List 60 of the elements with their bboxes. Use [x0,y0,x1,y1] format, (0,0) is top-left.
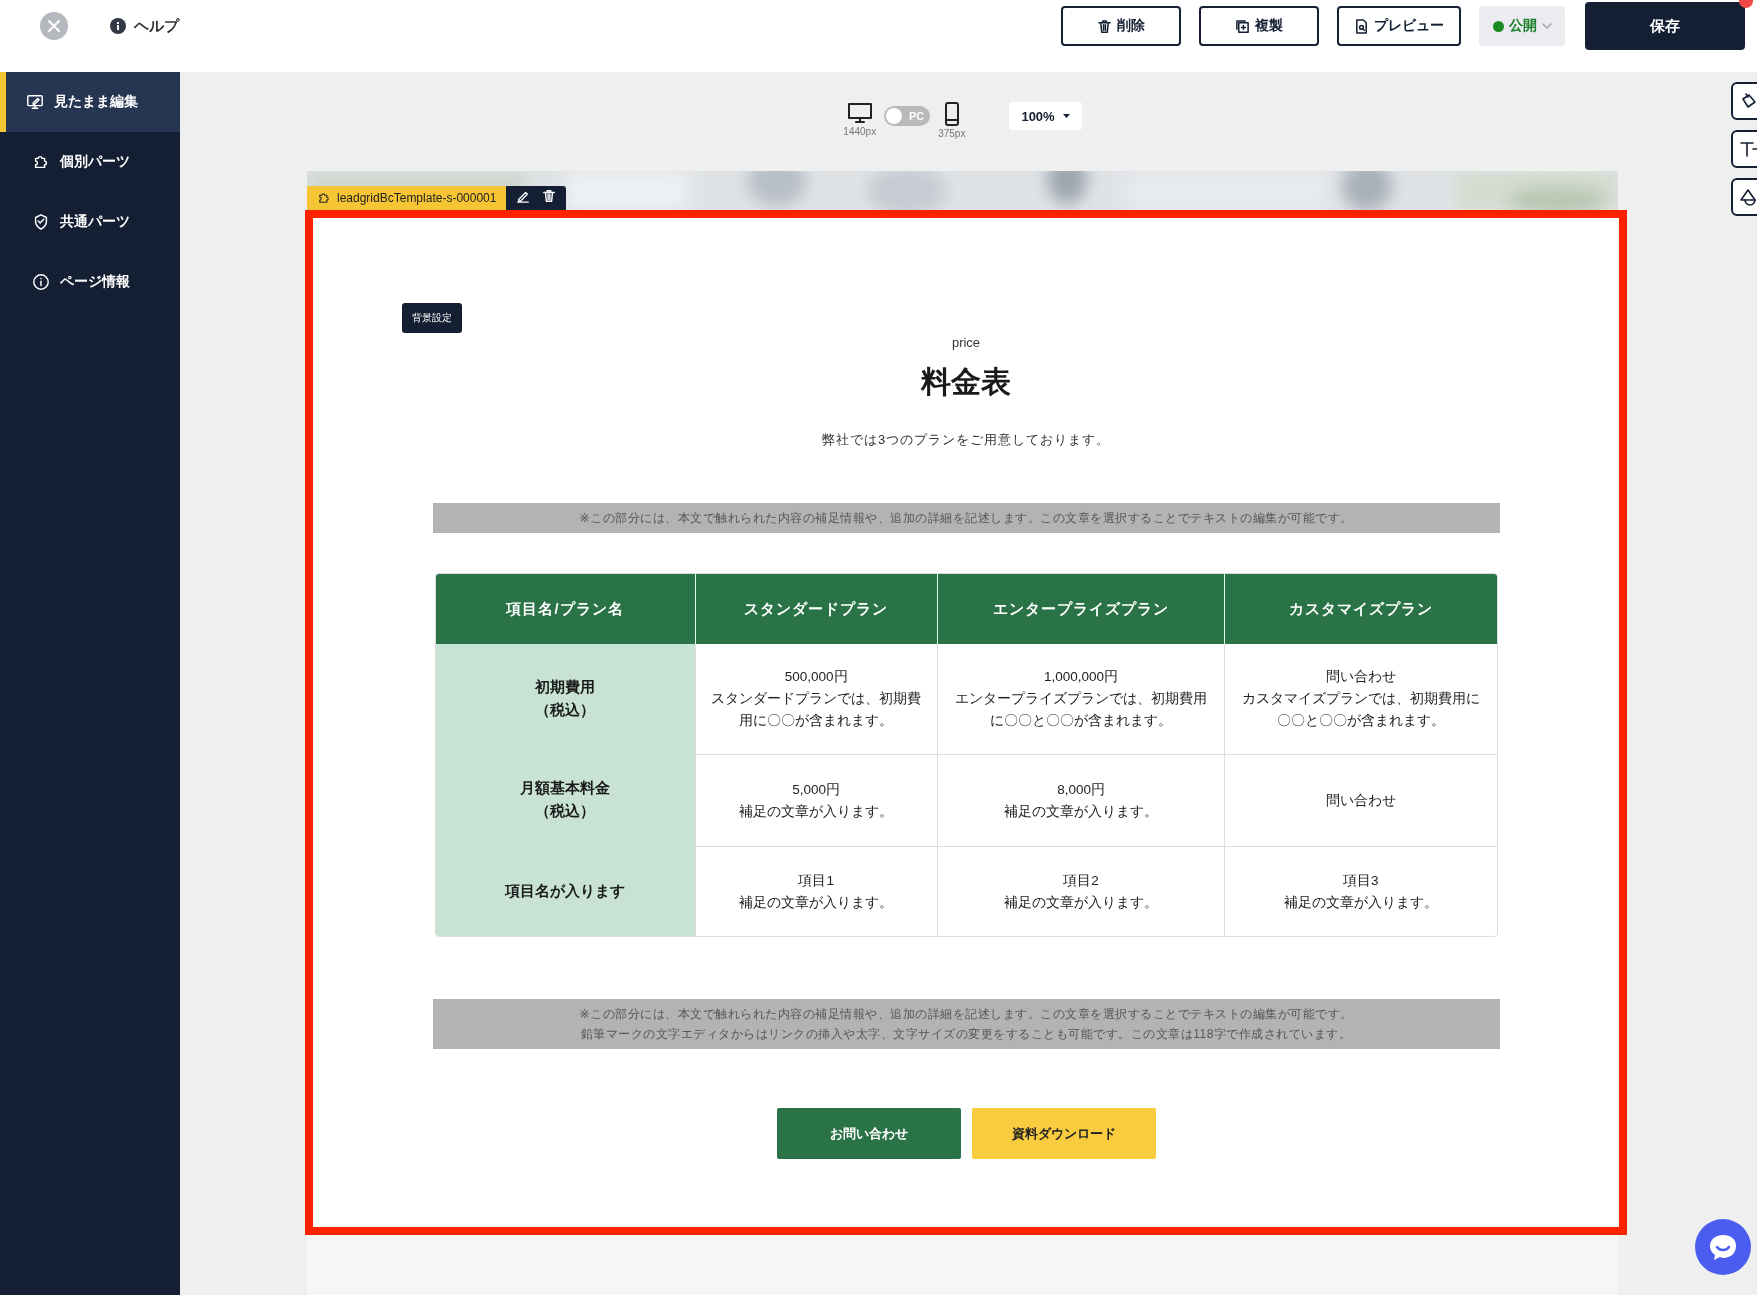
table-cell: 項目3 補足の文章が入ります。 [1224,846,1497,936]
document-search-icon [1354,18,1369,34]
sidebar-item[interactable]: 個別パーツ [0,132,180,192]
row-header: 月額基本料金 （税込） [435,754,695,846]
puzzle-icon [32,153,50,171]
zoom-dropdown[interactable]: 100% [1009,102,1082,130]
table-cell: 8,000円 補足の文章が入ります。 [936,754,1225,846]
pc-width-label: 1440px [843,126,877,137]
row-header: 項目名が入ります [435,846,695,936]
cta-button[interactable]: 資料ダウンロード [971,1108,1156,1159]
trash-icon [542,189,557,203]
section-title: 料金表 [921,364,1011,400]
table-cell: 1,000,000円 エンタープライズプランでは、初期費用 に〇〇と〇〇が含まれます。 [936,644,1225,754]
column-header: カスタマイズプラン [1224,574,1497,644]
badge-icon [32,213,50,231]
table-cell: 500,000円 スタンダードプランでは、初期費 用に〇〇が含まれます。 [694,644,937,754]
table-cell: 問い合わせ [1224,754,1497,846]
row-header: 初期費用 （税込） [435,644,695,754]
monitor-icon [846,102,873,124]
close-icon [47,19,61,33]
toolbar-button[interactable]: 複製 [1199,6,1319,46]
sidebar-item[interactable]: 共通パーツ [0,192,180,252]
table-cell: 問い合わせ カスタマイズプランでは、初期費用に 〇〇と〇〇が含まれます。 [1224,644,1497,754]
chevron-icon [1541,21,1552,31]
sidebar-item[interactable]: 見たまま編集 [0,72,180,132]
info-icon [32,273,50,291]
cta-button[interactable]: お問い合わせ [776,1108,961,1159]
text-icon [1739,139,1757,159]
note-banner: ※この部分には、本文で触れられた内容の補足情報や、追加の詳細を記述します。この文章を選択することでテキストの編集が可能です。 鉛筆マークの文字エディタからはリンクの挿入や太字、文字サイズの変更をすることも可能です。この文章は118字で作成されています。 [432,999,1500,1049]
duplicate-icon [1235,18,1250,34]
monitor-pen-icon [26,93,44,111]
toolbar-button[interactable]: プレビュー [1337,6,1461,46]
background-settings-button[interactable]: 背景設定 [402,303,462,333]
block-name: leadgridBcTemplate-s-000001 [337,191,497,205]
paint-bucket-icon [1739,91,1757,111]
help-link[interactable]: ヘルプ [134,16,179,36]
shapes-icon [1739,187,1757,207]
save-button[interactable]: 保存 [1585,2,1745,50]
pen-icon [516,189,531,203]
status-dot [1492,20,1504,32]
chat-icon [1708,1233,1738,1261]
column-header: スタンダードプラン [694,574,937,644]
caret-icon [1062,113,1070,119]
column-header: エンタープライズプラン [936,574,1225,644]
section-eyebrow: price [951,335,981,350]
trash-icon [1097,18,1112,34]
info-icon [110,18,126,34]
sp-width-label: 375px [938,128,966,139]
table-cell: 5,000円 補足の文章が入ります。 [694,754,937,846]
phone-icon [943,102,960,126]
note-banner: ※この部分には、本文で触れられた内容の補足情報や、追加の詳細を記述します。この文章を選択することでテキストの編集が可能です。 [432,503,1500,533]
lead-text: 弊社では3つのプランをご用意しております。 [821,431,1111,449]
chat-button[interactable] [1695,1219,1751,1275]
publish-dropdown[interactable]: 公開 [1479,6,1565,46]
table-cell: 項目2 補足の文章が入ります。 [936,846,1225,936]
toolbar-button[interactable]: 削除 [1061,6,1181,46]
puzzle-icon [317,191,331,205]
sidebar-item[interactable]: ページ情報 [0,252,180,312]
column-header: 項目名/プラン名 [435,574,695,644]
table-cell: 項目1 補足の文章が入ります。 [694,846,937,936]
